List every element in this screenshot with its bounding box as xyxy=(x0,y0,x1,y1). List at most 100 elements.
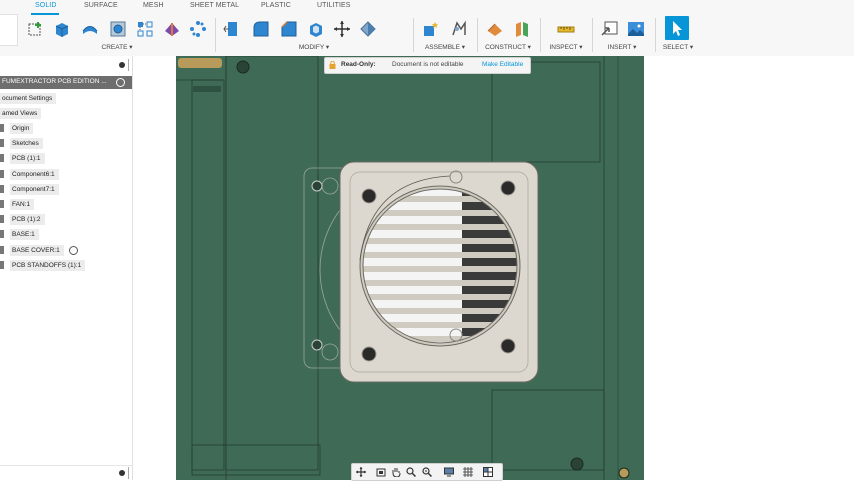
component-marker-icon xyxy=(0,200,4,209)
create-menu[interactable]: CREATE ▾ xyxy=(22,43,212,51)
select-menu[interactable]: SELECT ▾ xyxy=(658,43,698,51)
collapse-dot-icon[interactable] xyxy=(119,470,125,476)
ribbon-separator xyxy=(215,18,216,52)
modify-menu[interactable]: MODIFY ▾ xyxy=(218,43,410,51)
ribbon-separator xyxy=(655,18,656,52)
enclosure-slot xyxy=(193,86,221,92)
browser-item-pcb-2[interactable]: PCB (1):2 xyxy=(0,214,45,225)
axis-icon[interactable] xyxy=(512,19,532,39)
tab-utilities[interactable]: UTILITIES xyxy=(317,2,351,9)
extrude-icon[interactable] xyxy=(52,19,72,39)
browser-item-origin[interactable]: Origin xyxy=(0,123,34,134)
revolve-icon[interactable] xyxy=(80,19,100,39)
browser-item-sketches[interactable]: Sketches xyxy=(0,138,43,149)
read-only-banner: Read-Only: Document is not editable Make… xyxy=(324,57,531,74)
zoom-window-icon[interactable] xyxy=(422,467,432,477)
inspect-menu[interactable]: INSPECT ▾ xyxy=(543,43,589,51)
insert-canvas-icon[interactable] xyxy=(626,19,646,39)
browser-item-label: BASE:1 xyxy=(10,229,39,240)
construct-group: CONSTRUCT ▾ xyxy=(480,14,536,56)
browser-item-base[interactable]: BASE:1 xyxy=(0,229,39,240)
assemble-menu[interactable]: ASSEMBLE ▾ xyxy=(416,43,474,51)
form-icon[interactable] xyxy=(162,19,182,39)
tab-solid[interactable]: SOLID xyxy=(35,2,57,9)
brass-standoff xyxy=(618,467,630,479)
browser-item-label: BASE COVER:1 xyxy=(10,245,64,256)
model-view xyxy=(176,56,644,480)
offset-plane-icon[interactable] xyxy=(485,19,505,39)
chamfer-icon[interactable] xyxy=(279,19,299,39)
lock-icon xyxy=(329,61,336,69)
browser-item-named-views[interactable]: amed Views xyxy=(0,108,42,119)
browser-item-fan[interactable]: FAN:1 xyxy=(0,199,35,210)
browser-item-label: Component7:1 xyxy=(10,184,59,195)
orbit-icon[interactable] xyxy=(356,467,366,477)
component-marker-icon xyxy=(0,185,4,194)
panel-grip-icon[interactable] xyxy=(128,59,129,71)
activate-radio-icon[interactable] xyxy=(68,245,78,255)
insert-derive-icon[interactable] xyxy=(600,19,620,39)
browser-panel: FUMEXTRACTOR PCB EDITION ... ocument Set… xyxy=(0,56,132,480)
grid-settings-icon[interactable] xyxy=(463,467,473,477)
ribbon-separator xyxy=(592,18,593,52)
new-component-icon[interactable] xyxy=(421,19,441,39)
tab-mesh[interactable]: MESH xyxy=(143,2,164,9)
shell-icon[interactable] xyxy=(306,19,326,39)
press-pull-icon[interactable] xyxy=(222,19,242,39)
rectangular-pattern-icon[interactable] xyxy=(135,19,155,39)
select-button[interactable] xyxy=(665,16,689,40)
measure-icon[interactable] xyxy=(556,19,576,39)
browser-item-document-settings[interactable]: ocument Settings xyxy=(0,93,57,104)
folder-marker-icon xyxy=(0,124,4,133)
move-icon[interactable] xyxy=(332,19,352,39)
fillet-icon[interactable] xyxy=(251,19,271,39)
component-marker-icon xyxy=(0,246,4,255)
browser-item-label: amed Views xyxy=(0,108,42,119)
viewport-canvas[interactable] xyxy=(133,56,854,480)
insert-menu[interactable]: INSERT ▾ xyxy=(595,43,649,51)
browser-item-component6[interactable]: Component6:1 xyxy=(0,169,59,180)
screw-hole xyxy=(500,338,516,354)
component-marker-icon xyxy=(0,215,4,224)
tab-sheet-metal[interactable]: SHEET METAL xyxy=(190,2,239,9)
browser-item-label: Origin xyxy=(10,123,34,134)
ribbon-separator xyxy=(413,18,414,52)
activate-radio-icon[interactable] xyxy=(116,78,125,87)
collapse-dot-icon[interactable] xyxy=(119,62,125,68)
browser-item-base-cover[interactable]: BASE COVER:1 xyxy=(0,245,78,256)
component-marker-icon xyxy=(0,230,4,239)
panel-grip-icon[interactable] xyxy=(128,467,129,479)
component-marker-icon xyxy=(0,170,4,179)
browser-header-bar xyxy=(0,58,132,72)
browser-root-node[interactable]: FUMEXTRACTOR PCB EDITION ... xyxy=(0,76,132,89)
make-editable-link[interactable]: Make Editable xyxy=(482,61,523,68)
ribbon-left-edge xyxy=(0,14,18,46)
tab-surface[interactable]: SURFACE xyxy=(84,2,118,9)
mounting-hole xyxy=(570,457,584,471)
browser-item-label: PCB (1):1 xyxy=(10,153,45,164)
look-at-icon[interactable] xyxy=(376,467,386,477)
hole-icon[interactable] xyxy=(108,19,128,39)
create-group: CREATE ▾ xyxy=(22,14,212,56)
browser-item-pcb-standoffs[interactable]: PCB STANDOFFS (1):1 xyxy=(0,260,86,271)
browser-item-label: PCB STANDOFFS (1):1 xyxy=(10,260,86,271)
inspect-group: INSPECT ▾ xyxy=(543,14,589,56)
display-settings-icon[interactable] xyxy=(444,467,454,477)
read-only-label: Read-Only: xyxy=(341,61,376,68)
joint-icon[interactable] xyxy=(449,19,469,39)
browser-item-label: Sketches xyxy=(10,138,43,149)
assemble-group: ASSEMBLE ▾ xyxy=(416,14,474,56)
zoom-icon[interactable] xyxy=(406,467,416,477)
ribbon-separator xyxy=(477,18,478,52)
pan-hand-icon[interactable] xyxy=(391,467,401,477)
viewports-icon[interactable] xyxy=(483,467,493,477)
ribbon-toolbar: SOLID SURFACE MESH SHEET METAL PLASTIC U… xyxy=(0,0,854,57)
construct-menu[interactable]: CONSTRUCT ▾ xyxy=(480,43,536,51)
browser-item-component7[interactable]: Component7:1 xyxy=(0,184,59,195)
appearance-icon[interactable] xyxy=(358,19,378,39)
read-only-message: Document is not editable xyxy=(392,61,464,68)
tab-plastic[interactable]: PLASTIC xyxy=(261,2,291,9)
browser-item-pcb-1[interactable]: PCB (1):1 xyxy=(0,153,45,164)
new-sketch-icon[interactable] xyxy=(26,19,46,39)
circular-pattern-icon[interactable] xyxy=(188,19,208,39)
